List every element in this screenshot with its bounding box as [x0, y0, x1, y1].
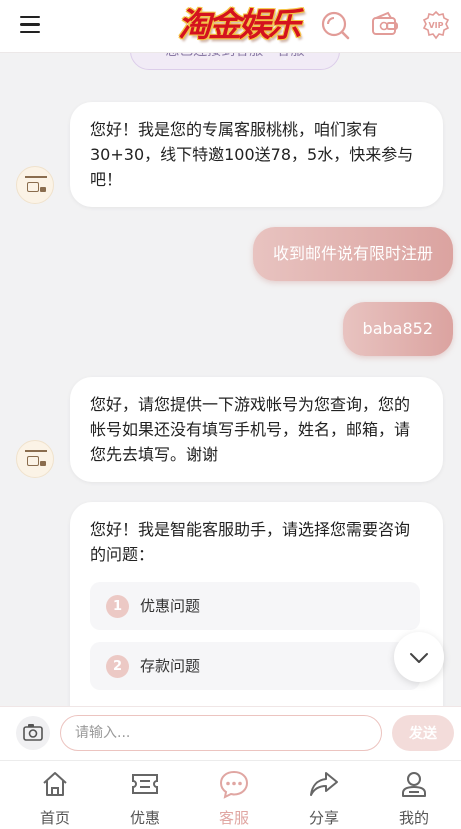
user-message: 收到邮件说有限时注册	[252, 227, 453, 281]
wallet-icon[interactable]	[370, 10, 400, 40]
camera-button[interactable]	[16, 716, 50, 750]
menu-icon[interactable]	[20, 16, 40, 34]
top-header: 淘金娱乐 VIP	[0, 0, 461, 52]
vip-icon[interactable]: VIP	[421, 10, 451, 40]
connection-notice: 您已连接到客服 · 客服	[130, 52, 340, 70]
option-number: 1	[106, 595, 129, 618]
bottom-tab-bar: 首页 优惠 客服 分享 我的	[0, 760, 461, 829]
tab-label: 首页	[39, 809, 70, 827]
tab-profile[interactable]: 我的	[374, 761, 454, 829]
chat-icon	[219, 770, 249, 799]
agent-message: 您好，请您提供一下游戏帐号为您查询，您的帐号如果还没有填写手机号，姓名，邮箱，请…	[70, 377, 443, 482]
tab-promotions[interactable]: 优惠	[105, 761, 185, 829]
message-input-bar: 发送	[0, 706, 461, 760]
search-icon[interactable]	[320, 10, 350, 40]
brand-logo[interactable]: 淘金娱乐	[178, 4, 301, 46]
assistant-prompt: 您好！我是智能客服助手，请选择您需要咨询的问题：	[90, 520, 411, 564]
chevron-down-icon	[410, 653, 428, 663]
tab-label: 分享	[308, 809, 339, 827]
share-icon	[310, 772, 338, 796]
home-icon	[43, 772, 67, 796]
tab-support[interactable]: 客服	[194, 761, 274, 829]
option-label: 存款问题	[140, 657, 201, 675]
option-item[interactable]: 1 优惠问题	[90, 582, 420, 630]
agent-message: 您好！我是您的专属客服桃桃，咱们家有30+30，线下特邀100送78，5水，快来…	[70, 102, 443, 207]
scroll-down-button[interactable]	[394, 632, 444, 682]
option-item[interactable]: 2 存款问题	[90, 642, 420, 690]
user-message: baba852	[342, 302, 453, 356]
tab-home[interactable]: 首页	[15, 761, 95, 829]
option-label: 优惠问题	[140, 597, 201, 615]
assistant-options-card: 您好！我是智能客服助手，请选择您需要咨询的问题： 1 优惠问题 2 存款问题	[70, 502, 443, 706]
tab-label: 客服	[218, 809, 249, 827]
agent-avatar	[16, 440, 54, 478]
camera-icon	[23, 724, 43, 741]
tab-share[interactable]: 分享	[284, 761, 364, 829]
tab-label: 优惠	[129, 809, 160, 827]
send-button[interactable]: 发送	[392, 715, 454, 751]
agent-avatar	[16, 166, 54, 204]
tab-label: 我的	[398, 809, 429, 827]
chat-area[interactable]: 您已连接到客服 · 客服 您好！我是您的专属客服桃桃，咱们家有30+30，线下特…	[0, 52, 461, 706]
option-number: 2	[106, 655, 129, 678]
ticket-icon	[132, 774, 158, 794]
message-input[interactable]	[60, 715, 382, 751]
user-icon	[402, 772, 426, 797]
vip-badge-text: VIP	[428, 21, 443, 30]
